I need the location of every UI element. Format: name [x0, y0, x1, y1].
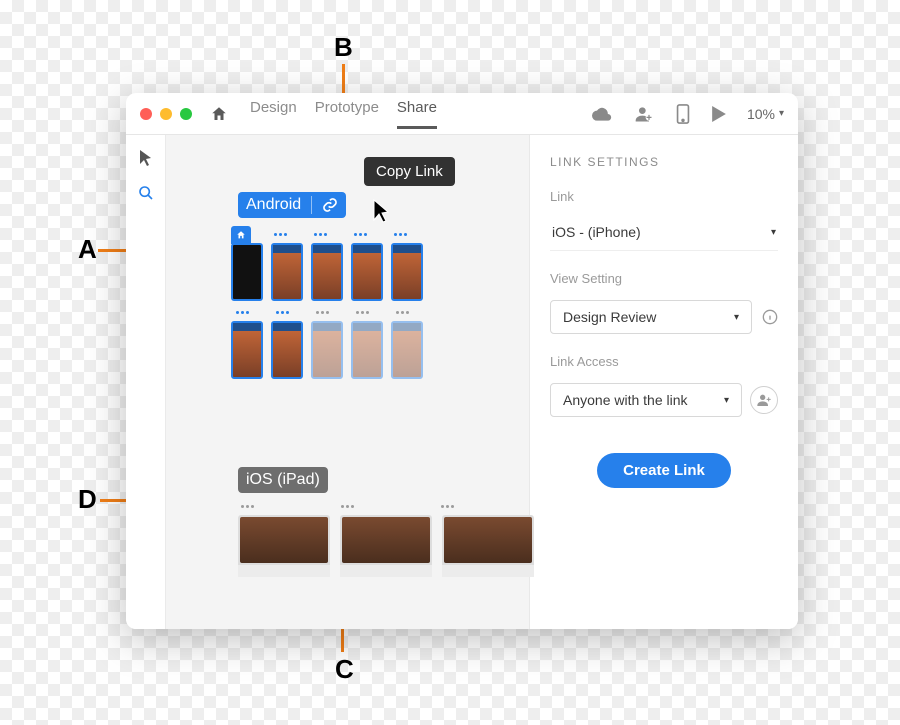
- link-dropdown[interactable]: iOS - (iPhone) ▾: [550, 218, 778, 251]
- traffic-light-close[interactable]: [140, 108, 152, 120]
- zoom-tool-icon[interactable]: [138, 185, 154, 201]
- info-icon[interactable]: [762, 309, 778, 325]
- view-setting-label: View Setting: [550, 271, 778, 286]
- link-access-label: Link Access: [550, 354, 778, 369]
- create-link-button[interactable]: Create Link: [597, 453, 731, 488]
- annotation-a: A: [78, 234, 97, 265]
- link-access-value: Anyone with the link: [563, 392, 688, 408]
- chevron-down-icon: ▾: [779, 108, 784, 119]
- cursor-icon: [373, 199, 393, 225]
- artboard-thumbnail[interactable]: [231, 321, 263, 379]
- artboard-thumbnail[interactable]: [231, 243, 263, 301]
- home-icon[interactable]: [210, 105, 228, 123]
- flow-name: Android: [246, 196, 301, 214]
- artboard-thumbnail[interactable]: [351, 243, 383, 301]
- play-icon[interactable]: [712, 106, 726, 122]
- tool-rail: [126, 135, 166, 629]
- traffic-light-minimize[interactable]: [160, 108, 172, 120]
- chevron-down-icon: ▾: [724, 395, 729, 406]
- zoom-selector[interactable]: 10% ▾: [747, 106, 784, 122]
- tab-share[interactable]: Share: [397, 99, 437, 129]
- artboard-thumbnail[interactable]: [351, 321, 383, 379]
- artboard-thumbnail[interactable]: [442, 515, 534, 577]
- add-people-icon[interactable]: [750, 386, 778, 414]
- view-setting-value: Design Review: [563, 309, 656, 325]
- canvas[interactable]: Android Copy Link: [166, 135, 530, 629]
- chevron-down-icon: ▾: [734, 312, 739, 323]
- invite-user-icon[interactable]: [634, 104, 654, 124]
- flow-label-android[interactable]: Android: [238, 192, 346, 218]
- mode-tabs: Design Prototype Share: [250, 99, 437, 129]
- app-window: Design Prototype Share 10% ▾: [126, 93, 798, 629]
- select-tool-icon[interactable]: [139, 149, 153, 167]
- link-settings-panel: LINK SETTINGS Link iOS - (iPhone) ▾ View…: [530, 135, 798, 629]
- chevron-down-icon: ▾: [771, 227, 776, 238]
- link-access-select[interactable]: Anyone with the link ▾: [550, 383, 742, 417]
- artboard-row: [231, 243, 423, 301]
- artboard-thumbnail[interactable]: [271, 243, 303, 301]
- flow-label-ios-ipad[interactable]: iOS (iPad): [238, 467, 328, 493]
- artboard-thumbnail[interactable]: [311, 243, 343, 301]
- copy-link-tooltip: Copy Link: [364, 157, 455, 186]
- link-field-label: Link: [550, 189, 778, 204]
- artboard-row: [231, 321, 423, 379]
- home-artboard-tab[interactable]: [231, 226, 251, 244]
- annotation-c: C: [335, 654, 354, 685]
- artboard-thumbnail[interactable]: [311, 321, 343, 379]
- annotation-b: B: [334, 32, 353, 63]
- view-setting-select[interactable]: Design Review ▾: [550, 300, 752, 334]
- artboard-thumbnail[interactable]: [340, 515, 432, 577]
- link-icon[interactable]: [322, 197, 338, 213]
- artboard-thumbnail[interactable]: [271, 321, 303, 379]
- artboard-thumbnail[interactable]: [238, 515, 330, 577]
- artboard-thumbnail[interactable]: [391, 243, 423, 301]
- device-preview-icon[interactable]: [676, 104, 690, 124]
- tab-design[interactable]: Design: [250, 99, 297, 129]
- tab-prototype[interactable]: Prototype: [315, 99, 379, 129]
- link-value: iOS - (iPhone): [552, 224, 641, 240]
- traffic-light-zoom[interactable]: [180, 108, 192, 120]
- panel-title: LINK SETTINGS: [550, 155, 778, 169]
- annotation-d: D: [78, 484, 97, 515]
- artboard-thumbnail[interactable]: [391, 321, 423, 379]
- zoom-value: 10%: [747, 106, 775, 122]
- titlebar: Design Prototype Share 10% ▾: [126, 93, 798, 135]
- cloud-icon[interactable]: [592, 107, 612, 121]
- artboard-row: [238, 515, 534, 577]
- flow-name: iOS (iPad): [246, 471, 320, 489]
